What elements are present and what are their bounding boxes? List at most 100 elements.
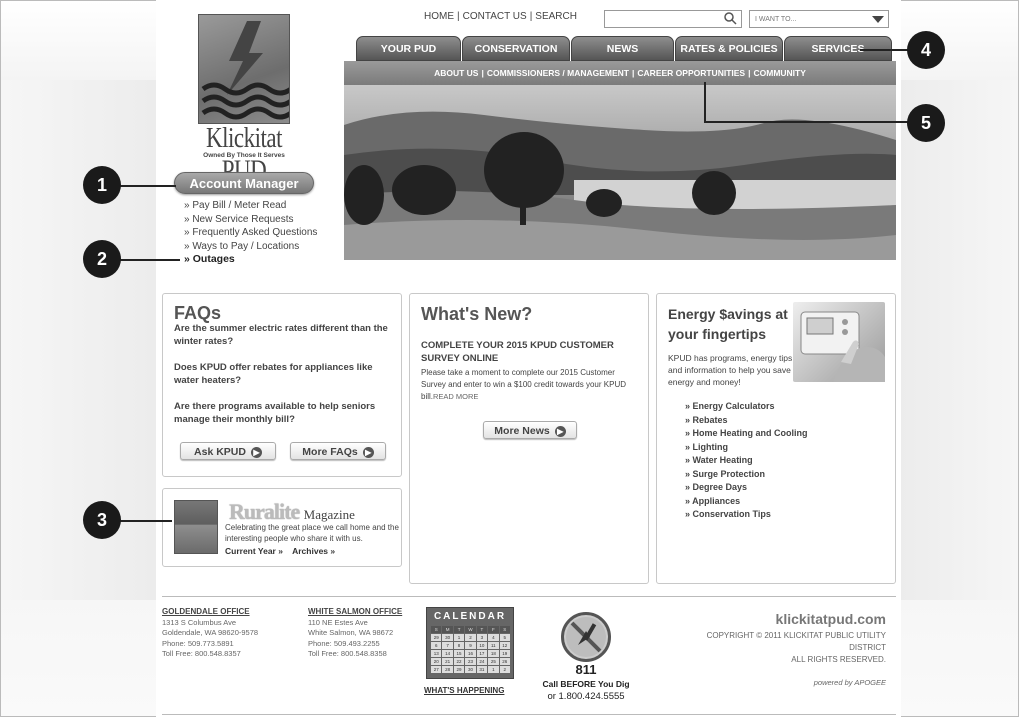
pay-bill-link[interactable]: » Pay Bill / Meter Read	[184, 199, 317, 213]
thermostat-photo	[793, 302, 885, 382]
water-heating-link[interactable]: » Water Heating	[685, 454, 884, 468]
calendar-date[interactable]: 3	[476, 634, 488, 641]
tab-your-pud[interactable]: YOUR PUD	[356, 36, 461, 61]
current-year-link[interactable]: Current Year »	[225, 546, 283, 556]
ruralite-magazine-label: Magazine	[303, 507, 355, 522]
archives-link[interactable]: Archives »	[292, 546, 335, 556]
sub-nav: ABOUT US | COMMISSIONERS / MANAGEMENT | CARE…	[344, 61, 896, 85]
ask-kpud-button[interactable]: Ask KPUD ▶	[180, 442, 276, 460]
new-service-link[interactable]: » New Service Requests	[184, 213, 317, 227]
search-link[interactable]: SEARCH	[535, 11, 577, 22]
calendar-date[interactable]: 30	[465, 666, 476, 673]
calendar-date[interactable]: 29	[431, 634, 442, 641]
subnav-community[interactable]: COMMUNITY	[753, 68, 805, 78]
calendar-date[interactable]: 18	[488, 650, 499, 657]
calendar-date[interactable]: 9	[465, 642, 476, 649]
i-want-to-dropdown[interactable]: I WANT TO...	[749, 10, 889, 28]
subnav-about-us[interactable]: ABOUT US	[434, 68, 478, 78]
whats-happening-link[interactable]: WHAT'S HAPPENING	[424, 686, 504, 695]
rebates-link[interactable]: » Rebates	[685, 414, 884, 428]
appliances-link[interactable]: » Appliances	[685, 495, 884, 509]
account-manager-button[interactable]: Account Manager	[174, 172, 314, 194]
whats-new-panel: What's New? COMPLETE YOUR 2015 KPUD CUST…	[409, 293, 649, 584]
utility-nav: HOME | CONTACT US | SEARCH	[424, 11, 577, 22]
site-name[interactable]: klickitatpud.com	[716, 611, 886, 627]
surge-protection-link[interactable]: » Surge Protection	[685, 468, 884, 482]
calendar-date[interactable]: 24	[476, 658, 488, 665]
calendar-date[interactable]: 30	[442, 634, 453, 641]
conservation-tips-link[interactable]: » Conservation Tips	[685, 508, 884, 522]
site-logo[interactable]: Klickitat PUD Owned By Those It Serves	[184, 14, 304, 186]
search-input[interactable]	[604, 10, 742, 28]
calendar-date[interactable]: 28	[442, 666, 453, 673]
calendar-date[interactable]: 12	[499, 642, 510, 649]
calendar-date[interactable]: 13	[431, 650, 442, 657]
contact-us-link[interactable]: CONTACT US	[463, 11, 527, 22]
office-name[interactable]: WHITE SALMON OFFICE	[308, 607, 408, 618]
calendar-date[interactable]: 23	[465, 658, 476, 665]
calendar-date[interactable]: 10	[476, 642, 488, 649]
calendar-day-header: F	[488, 626, 499, 633]
calendar-date[interactable]: 2	[465, 634, 476, 641]
i-want-to-placeholder: I WANT TO...	[755, 16, 797, 23]
search-icon[interactable]	[724, 12, 737, 30]
home-heating-link[interactable]: » Home Heating and Cooling	[685, 427, 884, 441]
calendar-date[interactable]: 22	[453, 658, 465, 665]
powered-by[interactable]: powered by APOGEE	[716, 678, 886, 687]
calendar-date[interactable]: 27	[431, 666, 442, 673]
subnav-commissioners[interactable]: COMMISSIONERS / MANAGEMENT	[487, 68, 629, 78]
calendar-date[interactable]: 14	[442, 650, 453, 657]
ruralite-cover-image[interactable]	[174, 500, 218, 554]
calendar-day-header: S	[499, 626, 510, 633]
callout-leader	[120, 259, 180, 261]
faq-link[interactable]: » Frequently Asked Questions	[184, 226, 317, 240]
calendar-date[interactable]: 11	[488, 642, 499, 649]
calendar-date[interactable]: 29	[453, 666, 465, 673]
calendar-date[interactable]: 31	[476, 666, 488, 673]
calendar-date[interactable]: 21	[442, 658, 453, 665]
home-link[interactable]: HOME	[424, 11, 454, 22]
news-headline[interactable]: COMPLETE YOUR 2015 KPUD CUSTOMER SURVEY …	[421, 339, 637, 365]
calendar-date[interactable]: 15	[453, 650, 465, 657]
calendar-date[interactable]: 19	[499, 650, 510, 657]
calendar-day-header: W	[465, 626, 476, 633]
tab-conservation[interactable]: CONSERVATION	[462, 36, 570, 61]
more-news-button[interactable]: More News ▶	[483, 421, 577, 439]
calendar-date[interactable]: 20	[431, 658, 442, 665]
tab-rates-policies[interactable]: RATES & POLICIES	[675, 36, 783, 61]
white-salmon-office: WHITE SALMON OFFICE 110 NE Estes Ave Whi…	[308, 607, 408, 660]
tab-news[interactable]: NEWS	[571, 36, 674, 61]
calendar-date[interactable]: 5	[499, 634, 510, 641]
faq-question[interactable]: Are there programs available to help sen…	[174, 400, 390, 426]
lighting-link[interactable]: » Lighting	[685, 441, 884, 455]
calendar-date[interactable]: 1	[488, 666, 499, 673]
calendar-day-header: T	[453, 626, 465, 633]
subnav-career[interactable]: CAREER OPPORTUNITIES	[637, 68, 745, 78]
energy-calculators-link[interactable]: » Energy Calculators	[685, 400, 884, 414]
calendar-date[interactable]: 25	[488, 658, 499, 665]
calendar-date[interactable]: 7	[442, 642, 453, 649]
callout-leader	[704, 82, 706, 122]
ways-to-pay-link[interactable]: » Ways to Pay / Locations	[184, 240, 317, 254]
read-more-link[interactable]: READ MORE	[433, 392, 478, 401]
calendar-date[interactable]: 1	[453, 634, 465, 641]
calendar-date[interactable]: 17	[476, 650, 488, 657]
calendar-date[interactable]: 6	[431, 642, 442, 649]
faq-question[interactable]: Are the summer electric rates different …	[174, 322, 390, 348]
calendar-widget[interactable]: CALENDAR S M T W T F S 29 30 1 2 3 4 5 6 7 8 9 10 11 12 13 14 1…	[426, 607, 514, 679]
degree-days-link[interactable]: » Degree Days	[685, 481, 884, 495]
calendar-date[interactable]: 26	[499, 658, 510, 665]
calendar-date[interactable]: 8	[453, 642, 465, 649]
call-before-you-dig-icon[interactable]	[561, 612, 611, 662]
outages-link[interactable]: » Outages	[184, 253, 317, 267]
copyright-line: DISTRICT	[849, 643, 886, 652]
office-tollfree: Toll Free: 800.548.8357	[162, 649, 241, 658]
copyright: COPYRIGHT © 2011 KLICKITAT PUBLIC UTILIT…	[676, 630, 886, 666]
utility-separator: |	[529, 11, 533, 22]
faq-question[interactable]: Does KPUD offer rebates for appliances l…	[174, 361, 390, 387]
office-name[interactable]: GOLDENDALE OFFICE	[162, 607, 258, 618]
more-faqs-button[interactable]: More FAQs ▶	[290, 442, 386, 460]
calendar-date[interactable]: 16	[465, 650, 476, 657]
calendar-date[interactable]: 4	[488, 634, 499, 641]
calendar-date[interactable]: 2	[499, 666, 510, 673]
